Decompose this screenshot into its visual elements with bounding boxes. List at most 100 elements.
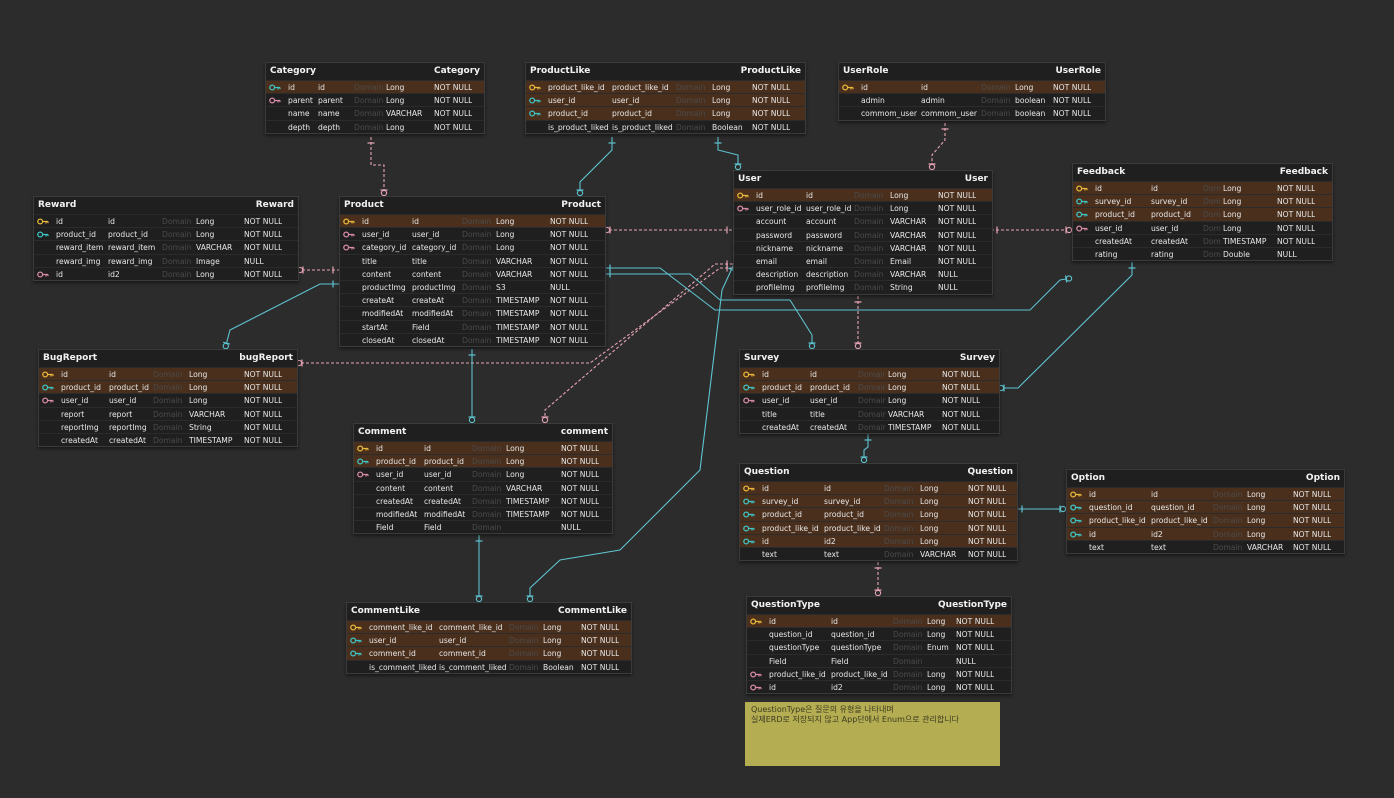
column-row[interactable]: id id Domain Long NOT NULL (740, 367, 999, 381)
column-row[interactable]: comment_like_id comment_like_id Domain L… (347, 620, 631, 634)
sticky-note[interactable]: QuestionType은 질문의 유형을 나타내며 실제ERD로 저장되지 않… (745, 702, 1000, 766)
column-row[interactable]: profileImg profileImg Domain String NULL (734, 280, 992, 293)
column-row[interactable]: description description Domain VARCHAR N… (734, 267, 992, 280)
relationship-line[interactable] (579, 137, 613, 196)
entity-feedback[interactable]: Feedback Feedback id id Domain Long NOT … (1072, 163, 1333, 262)
column-row[interactable]: product_like_id product_like_id Domain L… (747, 666, 1011, 680)
column-row[interactable]: id id2 Domain Long NOT NULL (1067, 526, 1344, 540)
entity-category[interactable]: Category Category id id Domain Long NOT … (265, 62, 485, 134)
entity-header[interactable]: CommentLike CommentLike (347, 603, 631, 620)
column-row[interactable]: email email Domain Email NOT NULL (734, 253, 992, 267)
column-row[interactable]: content content Domain VARCHAR NOT NULL (340, 266, 605, 280)
column-row[interactable]: depth depth Domain Long NOT NULL (266, 119, 484, 133)
column-row[interactable]: rating rating Domain Double NULL (1073, 246, 1332, 260)
column-row[interactable]: id id2 Domain Long NOT NULL (34, 266, 298, 280)
column-row[interactable]: user_role_id user_role_id Domain Long NO… (734, 201, 992, 214)
column-row[interactable]: id id2 Domain Long NOT NULL (747, 679, 1011, 693)
relationship-line[interactable] (931, 123, 946, 170)
column-row[interactable]: text text Domain VARCHAR NOT NULL (740, 546, 1017, 560)
entity-question[interactable]: Question Question id id Domain Long NOT … (739, 463, 1018, 562)
entity-commentlike[interactable]: CommentLike CommentLike comment_like_id … (346, 602, 632, 674)
column-row[interactable]: survey_id survey_id Domain Long NOT NULL (740, 494, 1017, 508)
entity-option[interactable]: Option Option id id Domain Long NOT NULL… (1066, 469, 1345, 554)
column-row[interactable]: modifiedAt modifiedAt Domain TIMESTAMP N… (354, 506, 612, 520)
column-row[interactable]: comment_id comment_id Domain Long NOT NU… (347, 646, 631, 660)
column-row[interactable]: product_like_id product_like_id Domain L… (740, 520, 1017, 534)
column-row[interactable]: id id Domain Long NOT NULL (747, 614, 1011, 628)
entity-header[interactable]: Option Option (1067, 470, 1344, 487)
entity-header[interactable]: Reward Reward (34, 197, 298, 214)
column-row[interactable]: title title Domain VARCHAR NOT NULL (740, 406, 999, 420)
column-row[interactable]: createdAt createdAt Domain TIMESTAMP NOT… (39, 432, 297, 446)
relationship-line[interactable] (717, 137, 739, 170)
column-row[interactable]: user_id user_id Domain Long NOT NULL (1073, 220, 1332, 234)
entity-userrole[interactable]: UserRole UserRole id id Domain Long NOT … (838, 62, 1106, 121)
column-row[interactable]: closedAt closedAt Domain TIMESTAMP NOT N… (340, 332, 605, 346)
column-row[interactable]: id id Domain Long NOT NULL (740, 481, 1017, 495)
column-row[interactable]: password password Domain VARCHAR NOT NUL… (734, 227, 992, 241)
column-row[interactable]: questionType questionType Domain Enum NO… (747, 640, 1011, 653)
relationship-line[interactable] (224, 283, 339, 350)
entity-product[interactable]: Product Product id id Domain Long NOT NU… (339, 196, 606, 347)
column-row[interactable]: reward_item reward_item Domain VARCHAR N… (34, 240, 298, 253)
relationship-line[interactable] (370, 137, 385, 196)
column-row[interactable]: content content Domain VARCHAR NOT NULL (354, 480, 612, 494)
entity-user[interactable]: User User id id Domain Long NOT NULL use… (733, 170, 993, 295)
entity-bugreport[interactable]: BugReport bugReport id id Domain Long NO… (38, 349, 298, 448)
column-row[interactable]: admin admin Domain boolean NOT NULL (839, 93, 1105, 106)
column-row[interactable]: question_id question_id Domain Long NOT … (1067, 500, 1344, 514)
relationship-line[interactable] (863, 434, 869, 463)
column-row[interactable]: id id Domain Long NOT NULL (266, 80, 484, 94)
column-row[interactable]: product_like_id product_like_id Domain L… (526, 80, 805, 94)
entity-header[interactable]: Feedback Feedback (1073, 164, 1332, 181)
column-row[interactable]: id id Domain Long NOT NULL (1067, 487, 1344, 501)
column-row[interactable]: Field Field Domain NULL (747, 653, 1011, 667)
column-row[interactable]: startAt Field Domain TIMESTAMP NOT NULL (340, 319, 605, 333)
column-row[interactable]: createdAt createdAt Domain TIMESTAMP NOT… (354, 493, 612, 507)
entity-header[interactable]: ProductLike ProductLike (526, 63, 805, 80)
entity-reward[interactable]: Reward Reward id id Domain Long NOT NULL… (33, 196, 299, 281)
column-row[interactable]: id id Domain Long NOT NULL (354, 441, 612, 455)
column-row[interactable]: is_product_liked is_product_liked Domain… (526, 119, 805, 133)
column-row[interactable]: id id Domain Long NOT NULL (34, 214, 298, 227)
column-row[interactable]: product_id product_id Domain Long NOT NU… (526, 106, 805, 120)
column-row[interactable]: text text Domain VARCHAR NOT NULL (1067, 539, 1344, 553)
column-row[interactable]: user_id user_id Domain Long NOT NULL (354, 467, 612, 480)
column-row[interactable]: is_comment_liked is_comment_liked Domain… (347, 659, 631, 673)
column-row[interactable]: user_id user_id Domain Long NOT NULL (526, 93, 805, 107)
column-row[interactable]: id id Domain Long NOT NULL (39, 367, 297, 381)
entity-header[interactable]: BugReport bugReport (39, 350, 297, 367)
column-row[interactable]: product_id product_id Domain Long NOT NU… (39, 380, 297, 394)
entity-productlike[interactable]: ProductLike ProductLike product_like_id … (525, 62, 806, 134)
column-row[interactable]: report report Domain VARCHAR NOT NULL (39, 406, 297, 420)
entity-header[interactable]: UserRole UserRole (839, 63, 1105, 80)
column-row[interactable]: createAt createAt Domain TIMESTAMP NOT N… (340, 293, 605, 306)
entity-header[interactable]: Question Question (740, 464, 1017, 481)
column-row[interactable]: reward_img reward_img Domain Image NULL (34, 253, 298, 267)
entity-header[interactable]: Survey Survey (740, 350, 999, 367)
column-row[interactable]: modifiedAt modifiedAt Domain TIMESTAMP N… (340, 306, 605, 319)
entity-questiontype[interactable]: QuestionType QuestionType id id Domain L… (746, 596, 1012, 695)
column-row[interactable]: survey_id survey_id Domain Long NOT NULL (1073, 194, 1332, 208)
entity-header[interactable]: Category Category (266, 63, 484, 80)
column-row[interactable]: product_id product_id Domain Long NOT NU… (1073, 207, 1332, 221)
entity-header[interactable]: User User (734, 171, 992, 188)
entity-header[interactable]: Product Product (340, 197, 605, 214)
column-row[interactable]: product_id product_id Domain Long NOT NU… (354, 454, 612, 468)
column-row[interactable]: user_id user_id Domain Long NOT NULL (39, 393, 297, 406)
column-row[interactable]: id id Domain Long NOT NULL (1073, 181, 1332, 195)
entity-header[interactable]: QuestionType QuestionType (747, 597, 1011, 614)
column-row[interactable]: reportImg reportImg Domain String NOT NU… (39, 419, 297, 433)
column-row[interactable]: account account Domain VARCHAR NOT NULL (734, 214, 992, 227)
column-row[interactable]: user_id user_id Domain Long NOT NULL (340, 227, 605, 240)
entity-comment[interactable]: Comment comment id id Domain Long NOT NU… (353, 423, 613, 535)
column-row[interactable]: id id2 Domain Long NOT NULL (740, 533, 1017, 547)
column-row[interactable]: id id Domain Long NOT NULL (340, 214, 605, 228)
column-row[interactable]: createdAt createdAt Domain TIMESTAMP NOT… (1073, 233, 1332, 247)
column-row[interactable]: commom_user commom_user Domain boolean N… (839, 106, 1105, 119)
column-row[interactable]: name name Domain VARCHAR NOT NULL (266, 106, 484, 119)
relationship-line[interactable] (998, 262, 1133, 389)
column-row[interactable]: id id Domain Long NOT NULL (839, 80, 1105, 94)
column-row[interactable]: nickname nickname Domain VARCHAR NOT NUL… (734, 240, 992, 254)
column-row[interactable]: createdAt createdAt Domain TIMESTAMP NOT… (740, 419, 999, 433)
